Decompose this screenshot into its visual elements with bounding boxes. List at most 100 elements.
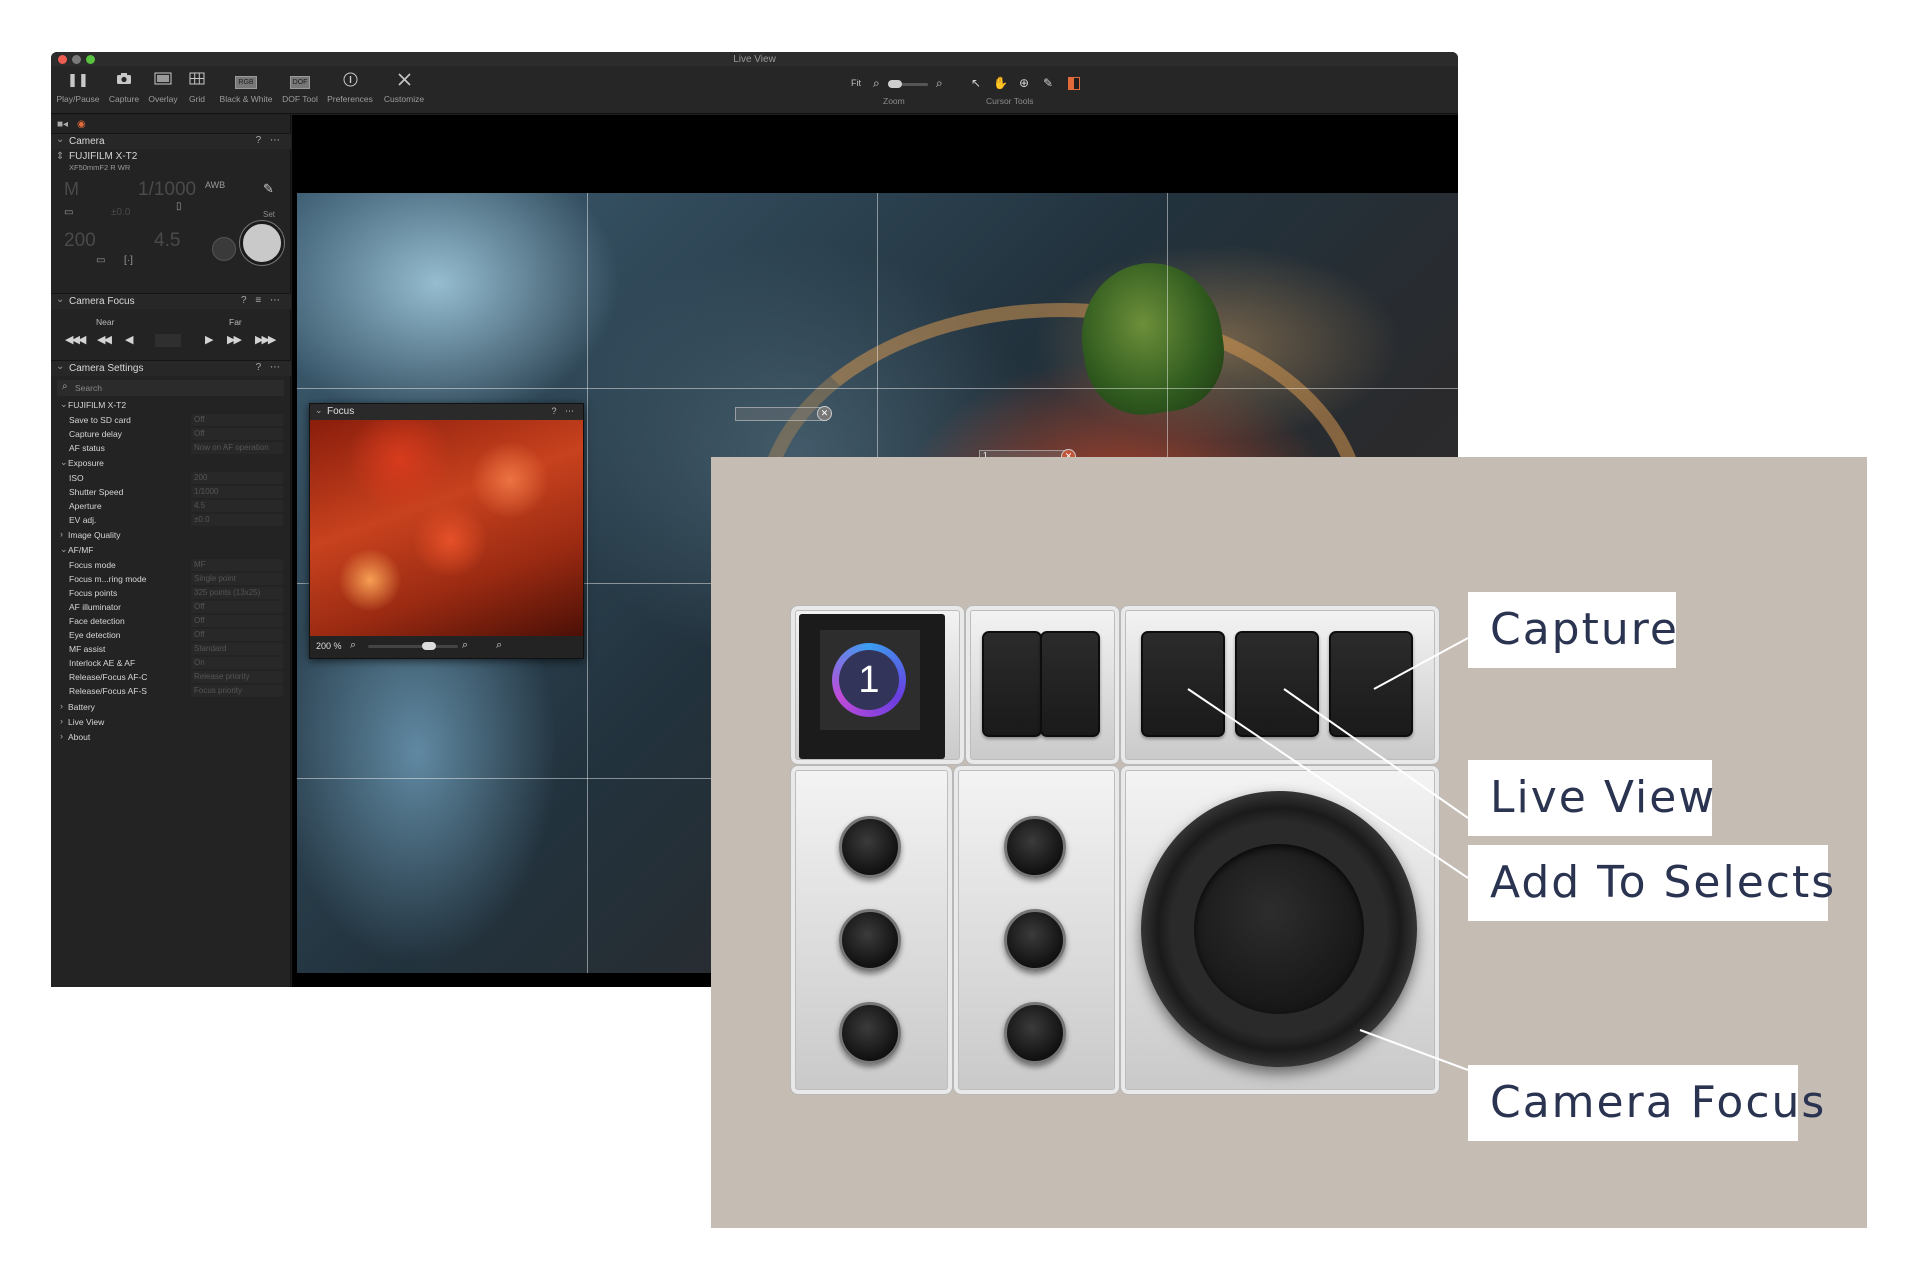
chevron-down-icon: ⌄ <box>56 134 65 145</box>
two-key-module <box>965 605 1120 765</box>
search-icon[interactable]: ⌕ <box>496 639 502 652</box>
settings-row[interactable]: Focus points 325 points (13x25) <box>51 587 291 601</box>
settings-row[interactable]: Shutter Speed 1/1000 <box>51 486 291 500</box>
settings-row[interactable]: Save to SD card Off <box>51 414 291 428</box>
focus-far-large-icon[interactable]: ▶▶▶ <box>255 333 276 346</box>
picker-cursor-icon[interactable]: ✎ <box>1043 76 1053 90</box>
zoom-out-icon[interactable]: ⌕ <box>873 76 880 91</box>
camera-panel-header[interactable]: ⌄ Camera ? ⋯ <box>51 133 291 149</box>
settings-row[interactable]: ISO 200 <box>51 472 291 486</box>
af-point-box[interactable]: ✕ <box>735 406 832 421</box>
control-surface: 1 <box>790 605 1440 1095</box>
zoom-controls: Fit ⌕ ⌕ Zoom ↖ ✋ ⊕ ✎ Cursor Tools <box>831 72 1141 110</box>
camera-select-icon[interactable]: ⇕ <box>56 151 64 162</box>
focus-far-small-icon[interactable]: ▶ <box>205 333 214 346</box>
af-point-icon[interactable]: [·] <box>124 255 133 266</box>
search-input[interactable] <box>75 382 275 394</box>
camera-icon <box>106 72 142 88</box>
dial-module-right <box>953 765 1120 1095</box>
zoom-in-icon[interactable]: ⌕ <box>462 639 468 652</box>
pan-cursor-icon[interactable]: ✋ <box>993 76 1008 90</box>
white-balance[interactable]: AWB <box>205 180 225 190</box>
panel-tools[interactable]: ? ≡ ⋯ <box>241 295 283 306</box>
wheel-center <box>1194 844 1364 1014</box>
camera-tab-icon[interactable]: ◉ <box>77 119 86 130</box>
capture-button[interactable]: Capture <box>106 70 142 110</box>
zoom-fit-button[interactable]: Fit <box>851 78 861 88</box>
focus-window[interactable]: ⌄ Focus ? ⋯ 200 % ⌕ ⌕ ⌕ <box>309 403 584 659</box>
settings-row[interactable]: Face detection Off <box>51 615 291 629</box>
preferences-button[interactable]: Preferences <box>324 70 376 110</box>
focus-near-medium-icon[interactable]: ◀◀ <box>97 333 112 346</box>
rgb-icon: RGB <box>215 72 277 89</box>
settings-row[interactable]: Aperture 4.5 <box>51 500 291 514</box>
grid-icon <box>184 72 210 88</box>
black-white-button[interactable]: RGB Black & White <box>215 70 277 110</box>
info-circle-icon <box>324 72 376 88</box>
focus-near-large-icon[interactable]: ◀◀◀ <box>65 333 86 346</box>
play-pause-button[interactable]: ❚❚ Play/Pause <box>55 70 101 110</box>
device-knob <box>839 816 901 878</box>
camera-lens: XF50mmF2 R WR <box>69 163 131 172</box>
focus-cursor-icon[interactable] <box>1068 77 1080 90</box>
settings-row[interactable]: MF assist Standard <box>51 643 291 657</box>
camera-focus-panel-header[interactable]: ⌄ Camera Focus ? ≡ ⋯ <box>51 293 291 309</box>
focus-drive-bar: ◀◀◀ ◀◀ ◀ ▶ ▶▶ ▶▶▶ <box>57 331 284 351</box>
settings-row[interactable]: AF illuminator Off <box>51 601 291 615</box>
chevron-down-icon: ⌄ <box>56 361 65 372</box>
iso-value[interactable]: 200 <box>64 230 96 252</box>
title-bar: Live View <box>51 52 1458 66</box>
zoom-out-icon[interactable]: ⌕ <box>350 639 356 652</box>
overlay-button[interactable]: Overlay <box>146 70 180 110</box>
three-key-module <box>1120 605 1440 765</box>
settings-row[interactable]: Focus mode MF <box>51 559 291 573</box>
grid-button[interactable]: Grid <box>184 70 210 110</box>
camera-focus-wheel <box>1141 791 1417 1067</box>
exposure-mode[interactable]: M <box>64 179 79 200</box>
close-icon[interactable]: ✕ <box>817 406 832 421</box>
settings-search[interactable]: ⌕ <box>57 380 284 396</box>
capture-one-logo: 1 <box>832 643 906 717</box>
focus-zoom-slider[interactable] <box>368 642 458 650</box>
camera-settings-panel-header[interactable]: ⌄ Camera Settings ? ⋯ <box>51 360 291 376</box>
settings-row[interactable]: Release/Focus AF-C Release priority <box>51 671 291 685</box>
settings-row[interactable]: Focus m...ring mode Single point <box>51 573 291 587</box>
settings-row[interactable]: EV adj. ±0.0 <box>51 514 291 528</box>
overlay-icon <box>146 72 180 88</box>
settings-row[interactable]: Eye detection Off <box>51 629 291 643</box>
set-label[interactable]: Set <box>263 210 275 219</box>
focus-far-medium-icon[interactable]: ▶▶ <box>227 333 242 346</box>
camera-model[interactable]: FUJIFILM X-T2 <box>69 151 137 162</box>
zoom-slider[interactable] <box>888 80 928 88</box>
callout-capture: Capture <box>1468 592 1677 668</box>
live-view-button[interactable] <box>212 237 236 261</box>
focus-near-small-icon[interactable]: ◀ <box>125 333 134 346</box>
device-knob <box>1004 1002 1066 1064</box>
aperture-value[interactable]: 4.5 <box>154 230 180 252</box>
dof-tool-button[interactable]: DOF DOF Tool <box>280 70 320 110</box>
focus-zoom-knob[interactable] <box>422 642 436 650</box>
panel-tools[interactable]: ? ⋯ <box>256 135 283 146</box>
settings-row[interactable]: Capture delay Off <box>51 428 291 442</box>
pencil-icon[interactable]: ✎ <box>263 181 274 197</box>
select-cursor-icon[interactable]: ↖ <box>971 76 981 90</box>
panel-tools[interactable]: ? ⋯ <box>256 362 283 373</box>
zoom-slider-knob[interactable] <box>888 80 902 88</box>
focus-window-header[interactable]: ⌄ Focus ? ⋯ <box>310 404 583 420</box>
exposure-comp[interactable]: ±0.0 <box>111 207 130 218</box>
customize-button[interactable]: Customize <box>381 70 427 110</box>
shutter-button[interactable] <box>240 221 284 265</box>
panel-tools[interactable]: ? ⋯ <box>551 406 577 417</box>
shutter-value[interactable]: 1/1000 <box>138 179 196 201</box>
video-tab-icon[interactable]: ■◂ <box>57 119 68 130</box>
settings-row[interactable]: Release/Focus AF-S Focus priority <box>51 685 291 699</box>
frame-icon[interactable]: ▭ <box>96 255 105 266</box>
focus-zoom-image <box>310 420 583 638</box>
settings-row[interactable]: AF status Now on AF operation <box>51 442 291 456</box>
zoom-cursor-icon[interactable]: ⊕ <box>1019 76 1029 90</box>
document-icon[interactable]: ▯ <box>176 201 182 212</box>
focus-window-footer: 200 % ⌕ ⌕ ⌕ <box>310 636 583 658</box>
zoom-in-icon[interactable]: ⌕ <box>936 76 943 91</box>
settings-row[interactable]: Interlock AE & AF On <box>51 657 291 671</box>
device-key <box>982 631 1042 737</box>
